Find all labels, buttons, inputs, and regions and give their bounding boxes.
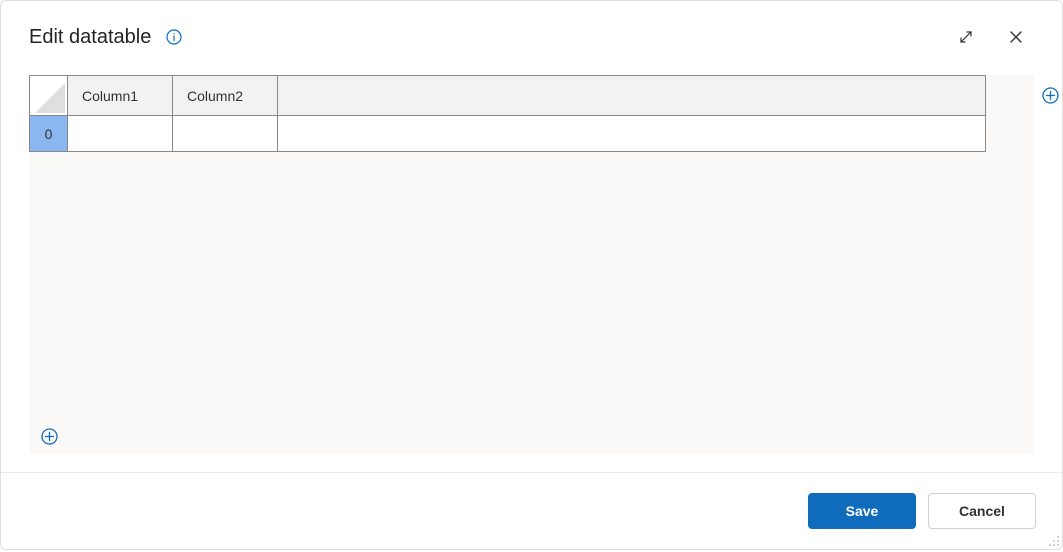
maximize-button[interactable]: [948, 19, 984, 55]
resize-grip-icon[interactable]: [1046, 533, 1060, 547]
table-cell[interactable]: [278, 116, 986, 152]
table-cell[interactable]: [173, 116, 278, 152]
column-header[interactable]: [278, 76, 986, 116]
dialog-body: Column1 Column2 0: [1, 65, 1062, 472]
dialog-header: Edit datatable: [1, 1, 1062, 65]
cancel-button[interactable]: Cancel: [928, 493, 1036, 529]
edit-datatable-dialog: Edit datatable: [0, 0, 1063, 550]
table-row: 0: [30, 116, 986, 152]
add-row-button[interactable]: [39, 426, 59, 446]
select-all-corner[interactable]: [30, 76, 68, 116]
data-table: Column1 Column2 0: [29, 75, 986, 152]
add-column-button[interactable]: [1040, 85, 1060, 105]
dialog-footer: Save Cancel: [1, 472, 1062, 549]
grid-area: Column1 Column2 0: [29, 75, 1034, 454]
table-cell[interactable]: [68, 116, 173, 152]
close-button[interactable]: [998, 19, 1034, 55]
dialog-title: Edit datatable: [29, 26, 151, 49]
column-header[interactable]: Column1: [68, 76, 173, 116]
save-button[interactable]: Save: [808, 493, 916, 529]
info-icon[interactable]: [165, 28, 183, 46]
row-index-header[interactable]: 0: [30, 116, 68, 152]
column-header[interactable]: Column2: [173, 76, 278, 116]
